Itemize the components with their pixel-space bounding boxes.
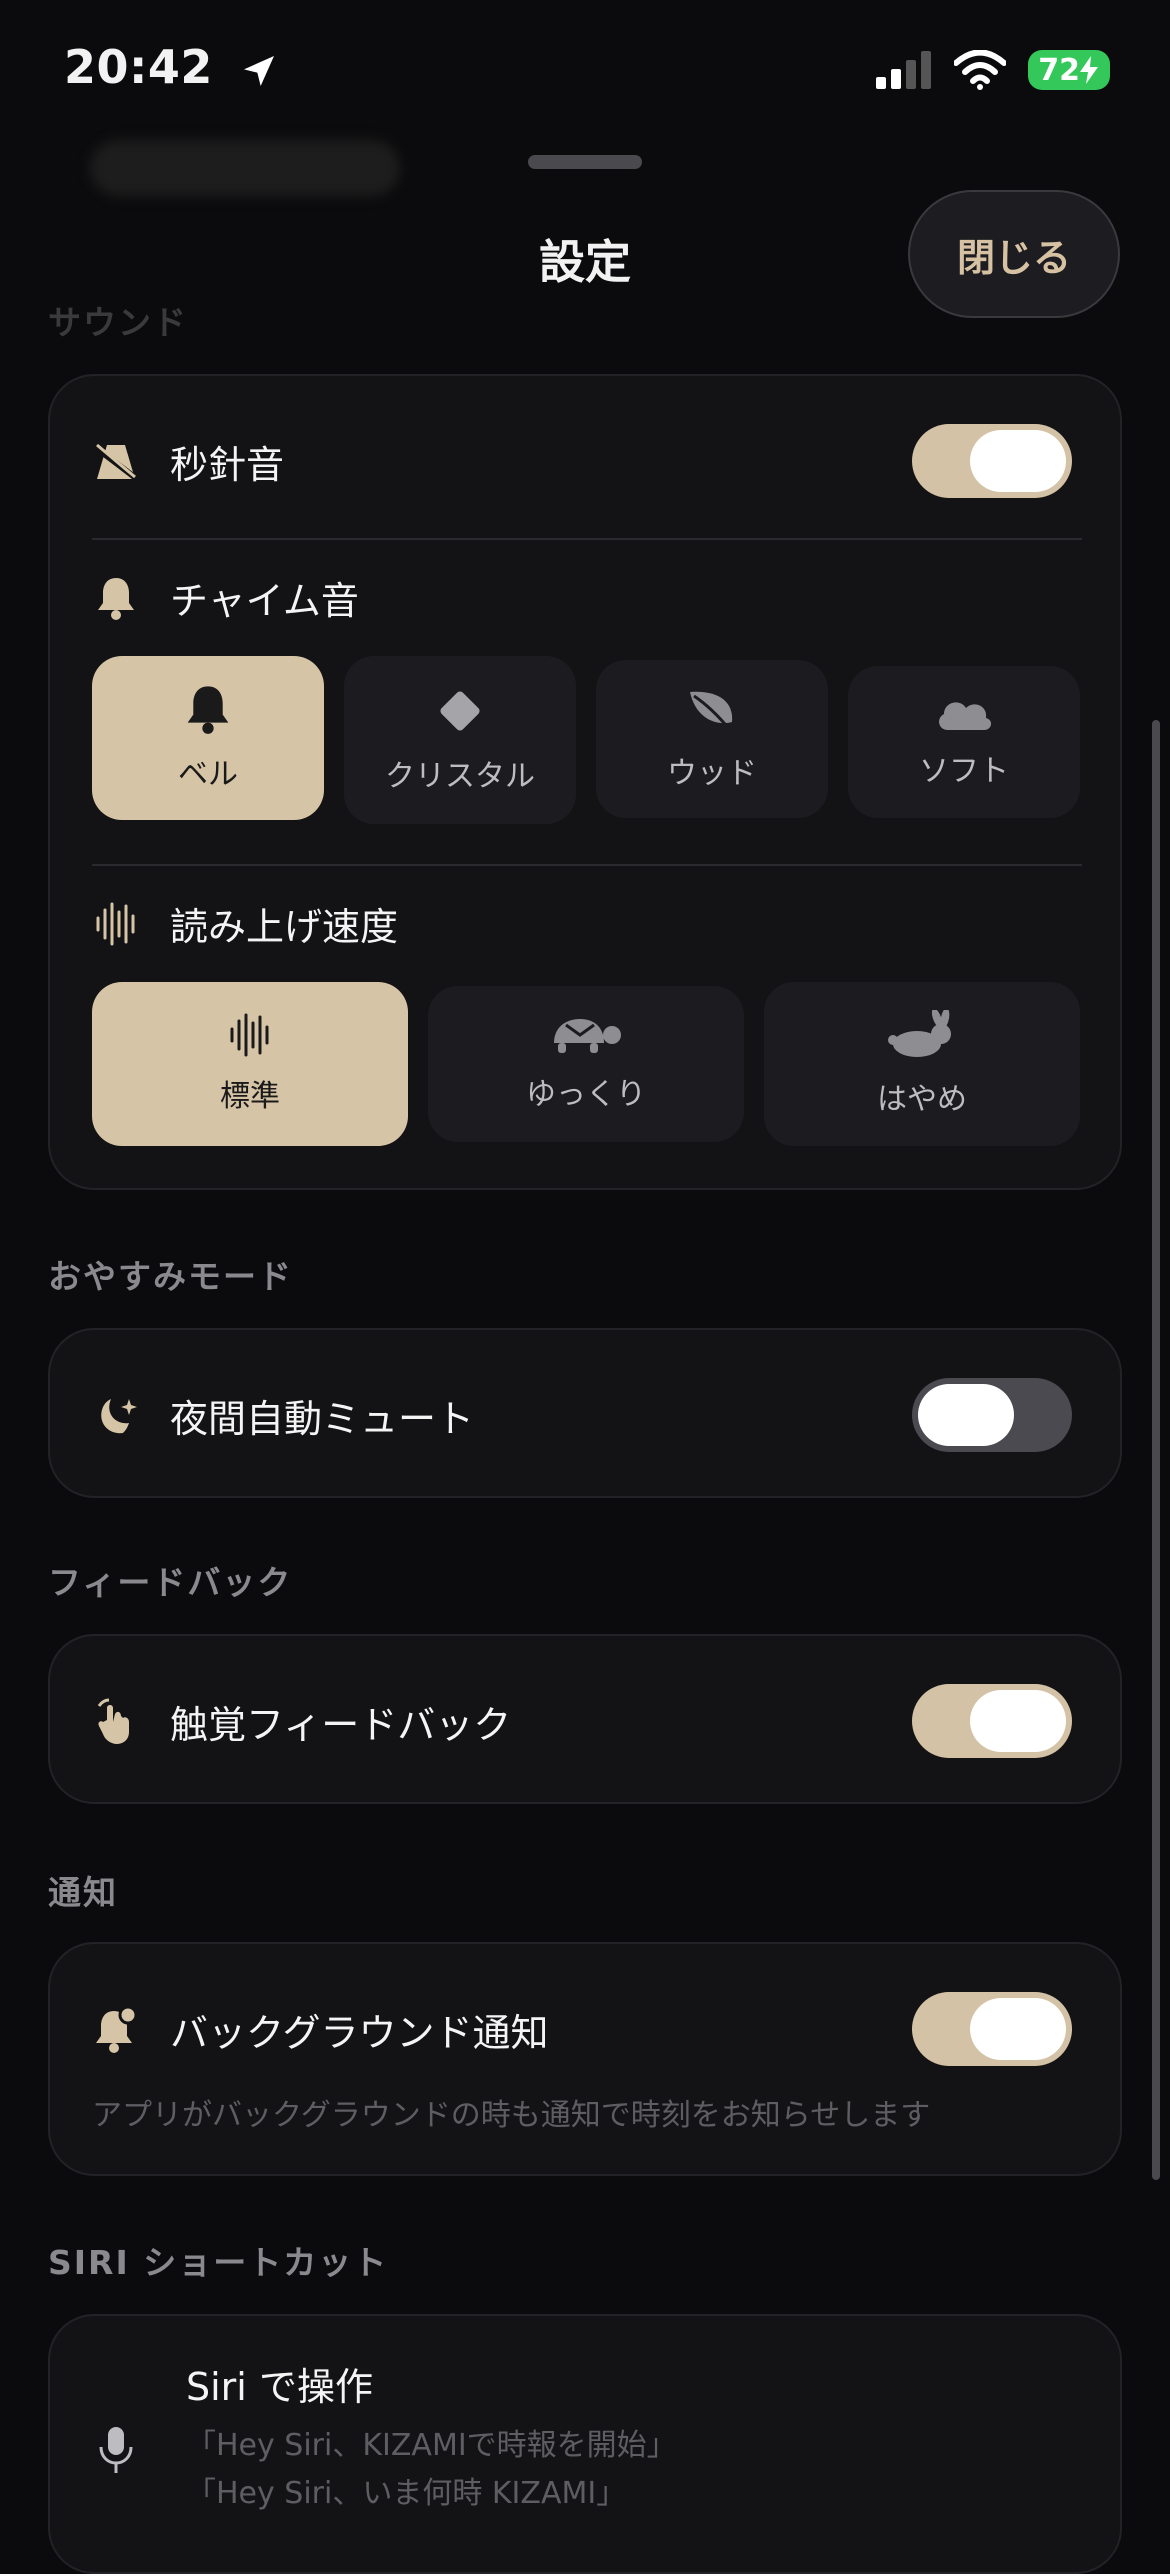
toggle-knob [970,430,1066,492]
haptic-label: 触覚フィードバック [170,1703,512,1747]
background-notify-description: アプリがバックグラウンドの時も通知で時刻をお知らせします [92,2098,931,2133]
speech-speed-label: 読み上げ速度 [170,905,399,949]
speed-option-fast[interactable]: はやめ [764,982,1080,1146]
battery-level: 72 [1038,52,1080,88]
divider [92,538,1082,540]
waveform-icon [230,1013,269,1057]
close-button[interactable]: 閉じる [908,190,1120,318]
chime-option-label: ウッド [667,756,757,791]
chime-option-bell[interactable]: ベル [92,656,324,820]
charging-bolt-icon [1080,56,1098,84]
background-notify-label: バックグラウンド通知 [170,2011,549,2055]
tortoise-icon [554,1019,621,1053]
chime-option-wood[interactable]: ウッド [596,660,828,818]
night-mute-label: 夜間自動ミュート [170,1397,475,1441]
background-notify-row: バックグラウンド通知 [92,2002,548,2057]
background-content-blur [90,140,400,196]
background-notify-toggle[interactable] [912,1992,1072,2066]
rabbit-icon [888,1010,951,1057]
chime-option-label: ソフト [919,754,1009,789]
bell-icon [187,686,229,734]
location-arrow-icon [244,55,275,86]
chime-option-soft[interactable]: ソフト [848,666,1080,818]
hand-tap-icon [92,1698,140,1746]
sleep-card: 夜間自動ミュート [48,1328,1122,1498]
notification-card: バックグラウンド通知 アプリがバックグラウンドの時も通知で時刻をお知らせします [48,1942,1122,2176]
leaf-icon [690,691,733,731]
haptic-toggle[interactable] [912,1684,1072,1758]
chime-option-crystal[interactable]: クリスタル [344,656,576,824]
section-label-notifications: 通知 [48,1873,118,1912]
siri-phrase-1: 「Hey Siri、KIZAMIで時報を開始」 [186,2428,677,2463]
sheet-grabber[interactable] [528,155,642,169]
divider [92,864,1082,866]
cloud-icon [939,702,992,730]
feedback-card: 触覚フィードバック [48,1634,1122,1804]
microphone-icon [92,2426,140,2474]
status-time-text: 20:42 [64,40,213,94]
siri-phrase-2: 「Hey Siri、いま何時 KIZAMI」 [186,2476,627,2511]
night-mute-row: 夜間自動ミュート [92,1388,474,1443]
status-indicators: 72 [876,50,1110,90]
speed-option-label: 標準 [220,1079,280,1114]
section-label-sleep: おやすみモード [48,1257,293,1296]
siri-card: Siri で操作 「Hey Siri、KIZAMIで時報を開始」 「Hey Si… [48,2314,1122,2574]
second-hand-row: 秒針音 [92,434,284,489]
speed-option-slow[interactable]: ゆっくり [428,986,744,1142]
battery-indicator: 72 [1028,50,1110,90]
chime-option-label: ベル [178,757,238,792]
siri-title: Siri で操作 [186,2365,373,2409]
bell-badge-icon [92,2005,140,2054]
toggle-knob [970,1690,1066,1752]
night-mute-toggle[interactable] [912,1378,1072,1452]
sound-card: 秒針音 チャイム音 ベル クリスタル ウッド ソフト 読み上げ速度 標準 ゆっく… [48,374,1122,1190]
metronome-mute-icon [92,438,140,486]
toggle-knob [918,1384,1014,1446]
speed-option-standard[interactable]: 標準 [92,982,408,1146]
cellular-signal-icon [876,51,932,89]
section-label-sound: サウンド [48,303,188,342]
diamond-icon [440,691,480,731]
wifi-icon [954,50,1007,90]
bell-icon [92,574,140,622]
chime-option-label: クリスタル [385,759,535,794]
moon-stars-icon [92,1392,140,1440]
chime-row: チャイム音 [92,570,359,625]
speed-option-label: ゆっくり [526,1077,646,1112]
scrollbar[interactable] [1152,720,1160,2180]
section-label-feedback: フィードバック [48,1563,293,1602]
status-time: 20:42 [64,40,279,94]
section-label-siri: SIRI ショートカット [48,2243,389,2282]
toggle-knob [970,1998,1066,2060]
speech-speed-row: 読み上げ速度 [92,896,398,951]
speed-option-label: はやめ [877,1082,967,1117]
chime-label: チャイム音 [170,579,359,623]
haptic-row: 触覚フィードバック [92,1694,511,1749]
waveform-icon [92,900,140,948]
second-hand-label: 秒針音 [170,443,285,487]
second-hand-toggle[interactable] [912,424,1072,498]
